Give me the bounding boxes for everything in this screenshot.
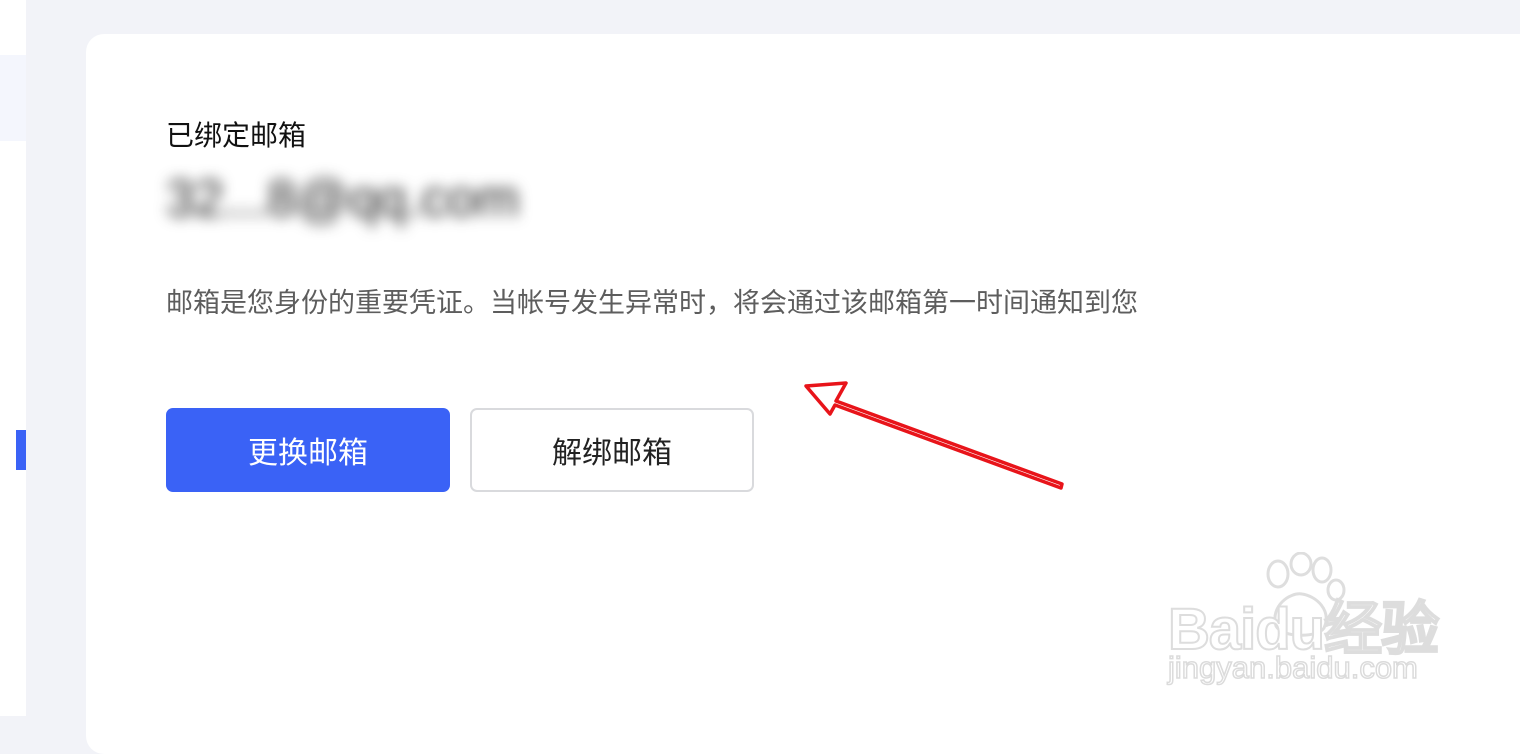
sidebar-active-indicator bbox=[16, 430, 26, 470]
sidebar-item-highlight[interactable] bbox=[0, 55, 26, 141]
sidebar bbox=[0, 0, 26, 716]
bound-email-title: 已绑定邮箱 bbox=[166, 119, 307, 152]
change-email-button[interactable]: 更换邮箱 bbox=[166, 408, 450, 492]
email-description: 邮箱是您身份的重要凭证。当帐号发生异常时，将会通过该邮箱第一时间通知到您 bbox=[166, 288, 1138, 319]
baidu-watermark: Baidu经验 jingyan.baidu.com bbox=[1166, 552, 1456, 702]
watermark-url: jingyan.baidu.com bbox=[1167, 649, 1418, 686]
bound-email-value: 32...8@qq.com bbox=[166, 170, 520, 228]
unbind-email-button[interactable]: 解绑邮箱 bbox=[470, 408, 754, 492]
